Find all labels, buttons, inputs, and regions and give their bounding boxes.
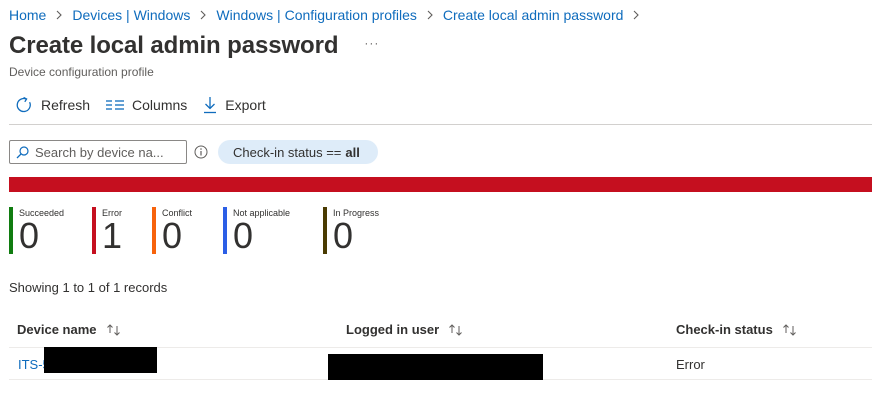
command-bar: Refresh Columns Export xyxy=(15,96,282,114)
columns-label: Columns xyxy=(132,97,188,113)
tile-count: 0 xyxy=(233,215,254,256)
search-box[interactable] xyxy=(9,140,187,164)
checkin-status-value: Error xyxy=(676,357,705,372)
search-icon xyxy=(16,145,29,158)
breadcrumb-current-profile[interactable]: Create local admin password xyxy=(443,7,624,23)
chevron-right-icon xyxy=(199,10,207,20)
download-icon xyxy=(204,97,217,114)
tile-count: 0 xyxy=(19,215,40,256)
column-header-device-name[interactable]: Device name xyxy=(17,322,122,337)
filter-label: Check-in status == xyxy=(233,144,342,160)
chevron-right-icon xyxy=(632,10,640,20)
info-icon[interactable] xyxy=(194,145,208,159)
refresh-label: Refresh xyxy=(41,97,91,113)
checkin-status-filter[interactable]: Check-in status == all xyxy=(218,140,378,164)
column-header-label: Device name xyxy=(17,322,97,337)
column-header-checkin-status[interactable]: Check-in status xyxy=(676,322,798,337)
sort-icon xyxy=(106,323,120,336)
sort-icon xyxy=(449,323,463,336)
tile-succeeded[interactable]: Succeeded 0 xyxy=(9,207,64,254)
device-status-table: Device name Logged in user Check-in stat… xyxy=(9,314,872,380)
toolbar-divider xyxy=(9,124,872,125)
tile-not-applicable[interactable]: Not applicable 0 xyxy=(223,207,290,254)
tile-count: 0 xyxy=(162,215,183,256)
records-count: Showing 1 to 1 of 1 records xyxy=(9,280,168,295)
export-button[interactable]: Export xyxy=(203,96,266,114)
search-input[interactable] xyxy=(35,144,185,160)
breadcrumb-configuration-profiles[interactable]: Windows | Configuration profiles xyxy=(216,7,417,23)
chevron-right-icon xyxy=(426,10,434,20)
table-header: Device name Logged in user Check-in stat… xyxy=(9,314,872,348)
sort-icon xyxy=(782,323,796,336)
title-row: Create local admin password ··· xyxy=(9,32,379,60)
more-options-button[interactable]: ··· xyxy=(364,36,379,50)
tile-count: 1 xyxy=(102,215,123,256)
page-subtitle: Device configuration profile xyxy=(9,65,154,79)
breadcrumb-devices-windows[interactable]: Devices | Windows xyxy=(72,7,190,23)
status-summary-bar xyxy=(9,177,872,192)
table-row[interactable]: ITS-5 Error xyxy=(9,347,872,380)
tile-error[interactable]: Error 1 xyxy=(92,207,122,254)
columns-icon xyxy=(106,100,125,110)
breadcrumb-home[interactable]: Home xyxy=(9,7,46,23)
column-header-label: Check-in status xyxy=(676,322,773,337)
redacted-device-name xyxy=(44,347,157,373)
tile-conflict[interactable]: Conflict 0 xyxy=(152,207,192,254)
export-label: Export xyxy=(225,97,266,113)
column-header-label: Logged in user xyxy=(346,322,440,337)
tile-in-progress[interactable]: In Progress 0 xyxy=(323,207,379,254)
filter-value: all xyxy=(345,144,360,160)
refresh-icon xyxy=(16,96,31,113)
column-header-logged-in-user[interactable]: Logged in user xyxy=(346,322,464,337)
refresh-button[interactable]: Refresh xyxy=(15,96,90,114)
page-title: Create local admin password xyxy=(9,32,339,59)
tile-count: 0 xyxy=(333,215,354,256)
columns-button[interactable]: Columns xyxy=(106,97,187,113)
redacted-user xyxy=(328,354,543,380)
chevron-right-icon xyxy=(55,10,63,20)
breadcrumb: Home Devices | Windows Windows | Configu… xyxy=(9,6,649,24)
